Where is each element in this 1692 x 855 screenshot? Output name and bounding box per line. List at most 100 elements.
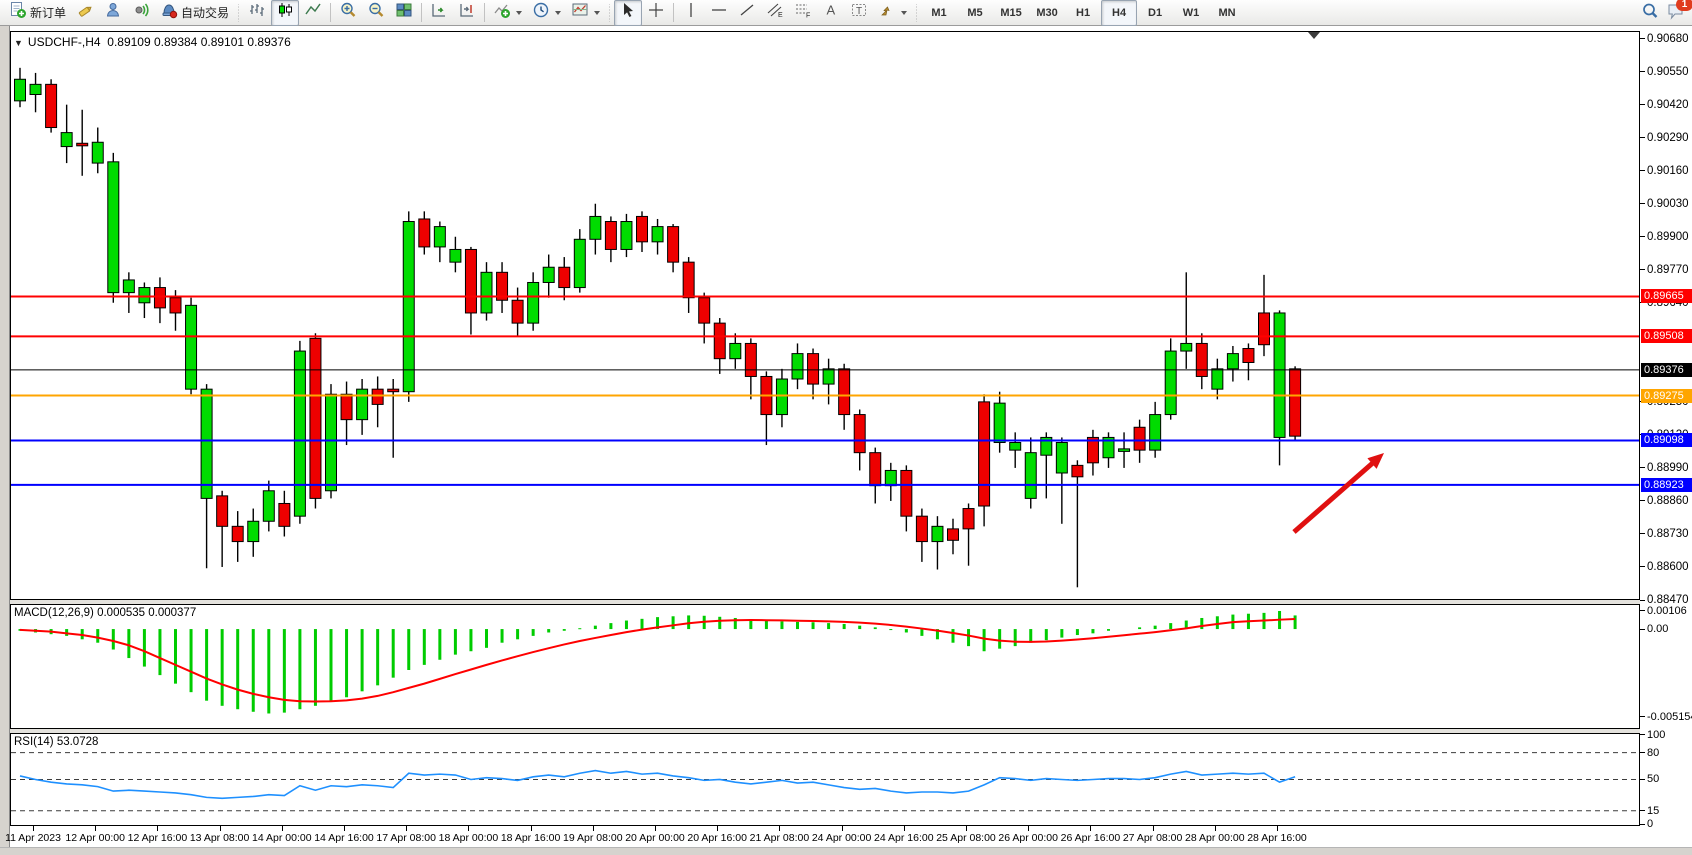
zoom-out-button[interactable] xyxy=(362,0,390,26)
price-tick-label[interactable]: 0.88990 xyxy=(1647,462,1689,474)
horizontal-line-tool-button[interactable] xyxy=(705,0,733,26)
time-label[interactable]: 28 Apr 16:00 xyxy=(1247,832,1307,844)
time-label[interactable]: 24 Apr 00:00 xyxy=(812,832,872,844)
macd-tick-mark xyxy=(1640,716,1645,717)
text-tool-button[interactable]: A xyxy=(817,0,845,26)
price-tick-label[interactable]: 0.88860 xyxy=(1647,495,1689,507)
time-label[interactable]: 25 Apr 08:00 xyxy=(936,832,996,844)
text-label-tool-button[interactable]: T xyxy=(845,0,873,26)
price-tick-label[interactable]: 0.88600 xyxy=(1647,561,1689,573)
price-tick-label[interactable]: 0.90290 xyxy=(1647,132,1689,144)
crayon-button[interactable] xyxy=(71,0,99,26)
pane-splitter[interactable] xyxy=(10,600,1640,604)
chart-shift-button[interactable] xyxy=(453,0,481,26)
trendline-tool-button[interactable] xyxy=(733,0,761,26)
price-level-badge: 0.88923 xyxy=(1641,478,1692,492)
indicators-button[interactable] xyxy=(488,0,527,26)
rsi-tick-label[interactable]: 50 xyxy=(1647,773,1659,785)
time-label[interactable]: 20 Apr 16:00 xyxy=(687,832,747,844)
notification-badge: 1 xyxy=(1676,0,1692,11)
timeframe-button-d1[interactable]: D1 xyxy=(1137,0,1173,26)
time-label[interactable]: 14 Apr 00:00 xyxy=(252,832,312,844)
vertical-line-tool-button[interactable] xyxy=(677,0,705,26)
cursor-tool-button[interactable] xyxy=(614,0,642,26)
bar-chart-button[interactable] xyxy=(243,0,271,26)
price-tick-label[interactable]: 0.88730 xyxy=(1647,528,1689,540)
zoom-in-button[interactable] xyxy=(334,0,362,26)
time-tick-mark xyxy=(220,826,221,831)
toolbar-grip[interactable] xyxy=(236,4,241,22)
time-label[interactable]: 18 Apr 00:00 xyxy=(439,832,499,844)
equidistant-channel-tool-button[interactable]: E xyxy=(761,0,789,26)
time-tick-mark xyxy=(904,826,905,831)
search-icon[interactable] xyxy=(1641,2,1659,25)
price-tick-label[interactable]: 0.89770 xyxy=(1647,264,1689,276)
time-label[interactable]: 14 Apr 16:00 xyxy=(314,832,374,844)
chart-dropdown-icon[interactable]: ▼ xyxy=(14,38,23,48)
time-label[interactable]: 19 Apr 08:00 xyxy=(563,832,623,844)
pane-splitter[interactable] xyxy=(10,729,1640,733)
candlestick-chart-button[interactable] xyxy=(271,0,299,26)
time-label[interactable]: 12 Apr 00:00 xyxy=(65,832,125,844)
price-tick-label[interactable]: 0.90680 xyxy=(1647,33,1689,45)
price-tick-label[interactable]: 0.90160 xyxy=(1647,165,1689,177)
time-label[interactable]: 20 Apr 00:00 xyxy=(625,832,685,844)
price-tick-label[interactable]: 0.90030 xyxy=(1647,198,1689,210)
macd-tick-label[interactable]: 0.00106 xyxy=(1647,605,1687,617)
time-label[interactable]: 13 Apr 08:00 xyxy=(190,832,250,844)
fibonacci-tool-button[interactable]: F xyxy=(789,0,817,26)
profiles-button[interactable] xyxy=(99,0,127,26)
rsi-tick-label[interactable]: 0 xyxy=(1647,818,1653,830)
timeframe-button-h4[interactable]: H4 xyxy=(1101,0,1137,26)
time-label[interactable]: 27 Apr 08:00 xyxy=(1123,832,1183,844)
price-tick-mark xyxy=(1640,236,1645,237)
horizontal-line-icon xyxy=(710,1,728,24)
crosshair-tool-button[interactable] xyxy=(642,0,670,26)
time-label[interactable]: 18 Apr 16:00 xyxy=(501,832,561,844)
rsi-tick-label[interactable]: 80 xyxy=(1647,747,1659,759)
time-label[interactable]: 12 Apr 16:00 xyxy=(128,832,188,844)
time-label[interactable]: 17 Apr 08:00 xyxy=(376,832,436,844)
rsi-tick-label[interactable]: 15 xyxy=(1647,805,1659,817)
templates-button[interactable] xyxy=(566,0,605,26)
auto-trading-button[interactable]: 自动交易 xyxy=(155,0,234,26)
text-icon: A xyxy=(822,1,840,24)
macd-pane[interactable] xyxy=(10,604,1640,729)
time-label[interactable]: 11 Apr 2023 xyxy=(5,832,61,844)
timeframe-button-m15[interactable]: M15 xyxy=(993,0,1029,26)
new-order-button[interactable]: 新订单 xyxy=(4,0,71,26)
time-label[interactable]: 26 Apr 00:00 xyxy=(998,832,1058,844)
timeframe-button-w1[interactable]: W1 xyxy=(1173,0,1209,26)
news-button[interactable] xyxy=(127,0,155,26)
timeframe-button-mn[interactable]: MN xyxy=(1209,0,1245,26)
periods-button[interactable] xyxy=(527,0,566,26)
tile-windows-button[interactable] xyxy=(390,0,418,26)
line-chart-button[interactable] xyxy=(299,0,327,26)
timeframe-button-m1[interactable]: M1 xyxy=(921,0,957,26)
price-tick-label[interactable]: 0.90550 xyxy=(1647,66,1689,78)
main-chart-pane[interactable] xyxy=(10,31,1640,600)
toolbar-grip[interactable] xyxy=(607,4,612,22)
macd-tick-mark xyxy=(1640,629,1645,630)
time-label[interactable]: 21 Apr 08:00 xyxy=(750,832,810,844)
time-label[interactable]: 28 Apr 00:00 xyxy=(1185,832,1245,844)
price-tick-label[interactable]: 0.90420 xyxy=(1647,99,1689,111)
main-toolbar: 新订单 自动交易 xyxy=(0,0,1692,26)
timeframe-button-m5[interactable]: M5 xyxy=(957,0,993,26)
trading-platform-window: { "toolbar": { "new_order_label": "新订单",… xyxy=(0,0,1692,855)
toolbar-grip[interactable] xyxy=(914,4,919,22)
time-label[interactable]: 26 Apr 16:00 xyxy=(1061,832,1121,844)
arrows-tool-button[interactable] xyxy=(873,0,912,26)
timeframe-button-h1[interactable]: H1 xyxy=(1065,0,1101,26)
chat-button[interactable]: 1 xyxy=(1667,2,1686,25)
rsi-tick-label[interactable]: 100 xyxy=(1647,729,1665,741)
auto-scroll-button[interactable] xyxy=(425,0,453,26)
window-bottom-strip xyxy=(0,847,1692,855)
time-label[interactable]: 24 Apr 16:00 xyxy=(874,832,934,844)
zoom-in-icon xyxy=(339,1,357,24)
rsi-pane[interactable] xyxy=(10,733,1640,826)
timeframe-button-m30[interactable]: M30 xyxy=(1029,0,1065,26)
price-tick-label[interactable]: 0.89900 xyxy=(1647,231,1689,243)
macd-tick-label[interactable]: 0.00 xyxy=(1647,623,1668,635)
macd-tick-label[interactable]: -0.005154 xyxy=(1647,711,1692,723)
